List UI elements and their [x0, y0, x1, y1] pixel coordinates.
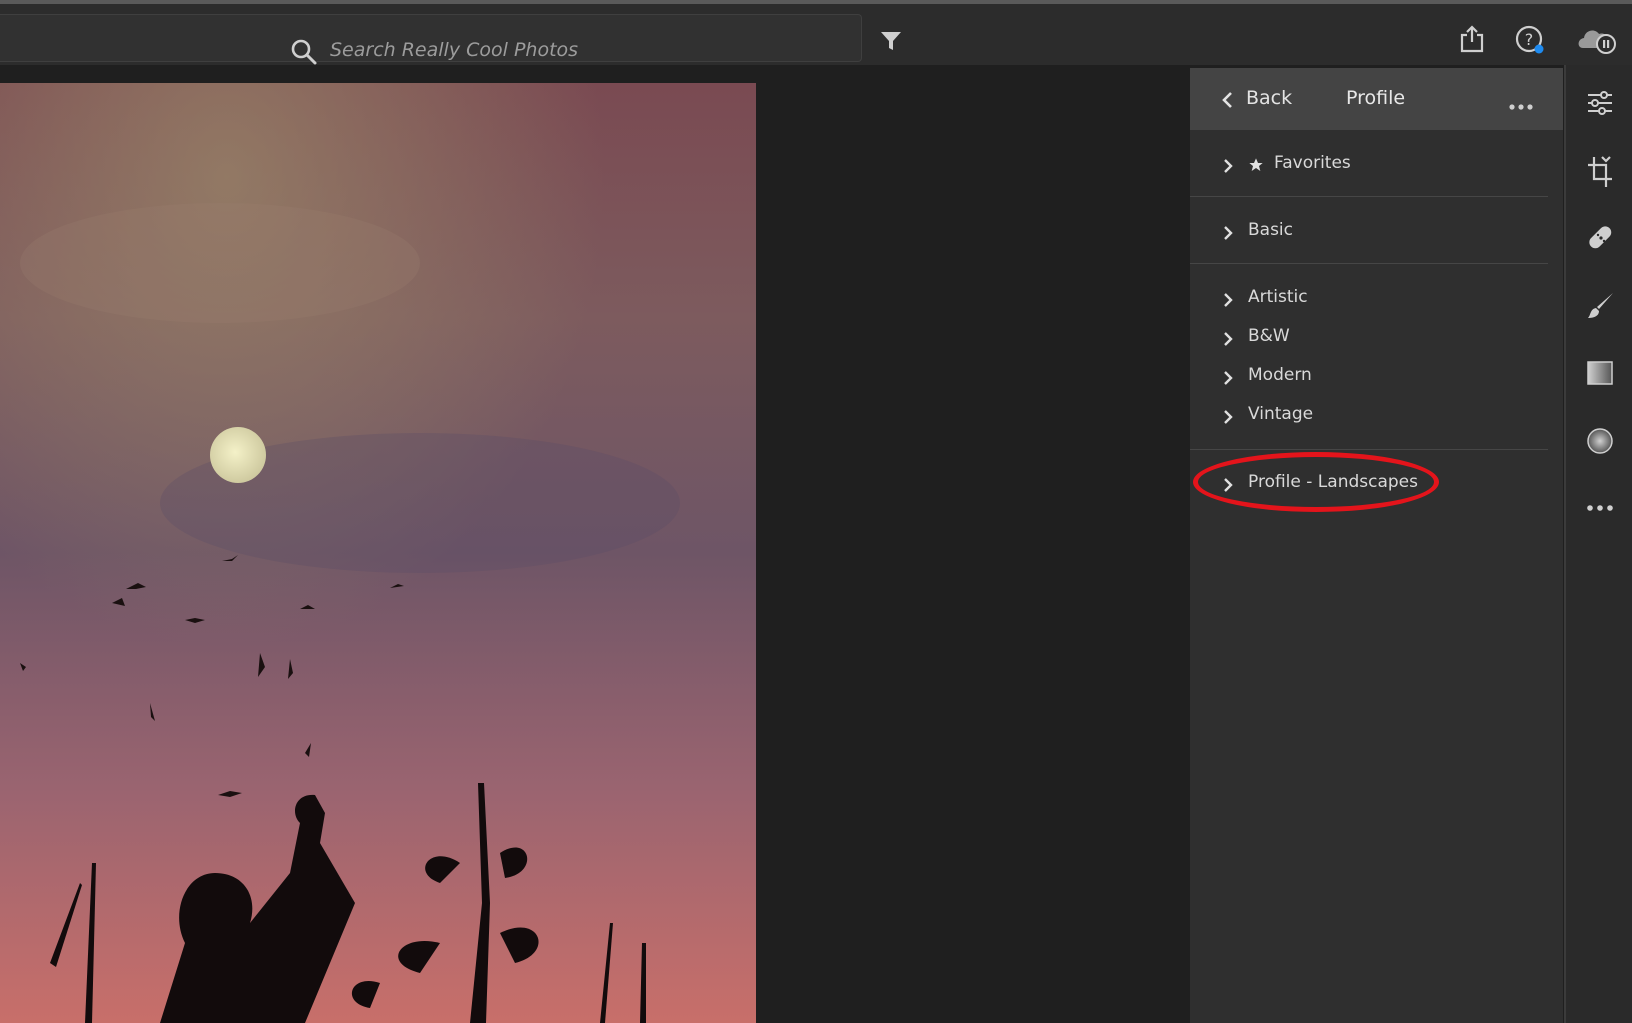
divider [1190, 196, 1548, 197]
edit-sliders-icon[interactable] [1586, 89, 1614, 121]
profile-group-label: Artistic [1248, 287, 1308, 307]
search-input[interactable]: Search Really Cool Photos [330, 39, 578, 61]
chevron-right-icon[interactable] [1222, 225, 1234, 245]
healing-icon[interactable] [1586, 223, 1616, 257]
search-icon[interactable] [290, 38, 318, 70]
edit-tool-strip [1564, 65, 1632, 1023]
filter-icon[interactable] [880, 30, 902, 56]
crop-icon[interactable] [1586, 155, 1614, 193]
brush-icon[interactable] [1586, 291, 1616, 325]
chevron-right-icon[interactable] [1222, 292, 1234, 312]
highlight-annotation [1193, 452, 1439, 512]
divider [1190, 449, 1548, 450]
profile-group-basic[interactable]: Basic [1190, 215, 1563, 249]
photo-canvas[interactable] [0, 83, 756, 1023]
share-icon[interactable] [1459, 24, 1485, 58]
profile-panel: Back Profile Favorites Basic Artistic B&… [1190, 68, 1563, 1023]
search-field[interactable]: Search Really Cool Photos [0, 14, 862, 65]
profile-group-label: Vintage [1248, 404, 1314, 424]
help-icon[interactable]: ? [1514, 24, 1546, 60]
chevron-left-icon[interactable] [1220, 90, 1234, 114]
chevron-right-icon[interactable] [1222, 409, 1234, 429]
top-toolbar: Search Really Cool Photos ? [0, 0, 1632, 65]
moon [210, 427, 266, 483]
profile-group-label: Modern [1248, 365, 1312, 385]
profile-group-label: Basic [1248, 220, 1294, 240]
panel-title: Profile [1346, 87, 1406, 109]
chevron-right-icon[interactable] [1222, 370, 1234, 390]
more-icon[interactable] [1508, 96, 1534, 115]
profile-group-vintage[interactable]: Vintage [1190, 399, 1563, 433]
profile-group-favorites[interactable]: Favorites [1190, 148, 1563, 182]
svg-text:?: ? [1525, 30, 1534, 49]
profile-group-label: B&W [1248, 326, 1290, 346]
linear-gradient-icon[interactable] [1586, 359, 1614, 391]
profile-group-bw[interactable]: B&W [1190, 321, 1563, 355]
profile-group-modern[interactable]: Modern [1190, 360, 1563, 394]
back-button[interactable]: Back [1246, 87, 1292, 109]
panel-header: Back Profile [1190, 68, 1563, 130]
divider [1190, 263, 1548, 264]
profile-group-label: Favorites [1274, 153, 1351, 173]
more-icon[interactable] [1586, 497, 1614, 516]
star-icon [1248, 157, 1264, 177]
chevron-right-icon[interactable] [1222, 331, 1234, 351]
chevron-right-icon[interactable] [1222, 158, 1234, 178]
cloud-sync-icon[interactable] [1575, 22, 1617, 60]
profile-group-artistic[interactable]: Artistic [1190, 282, 1563, 316]
radial-gradient-icon[interactable] [1586, 427, 1614, 459]
